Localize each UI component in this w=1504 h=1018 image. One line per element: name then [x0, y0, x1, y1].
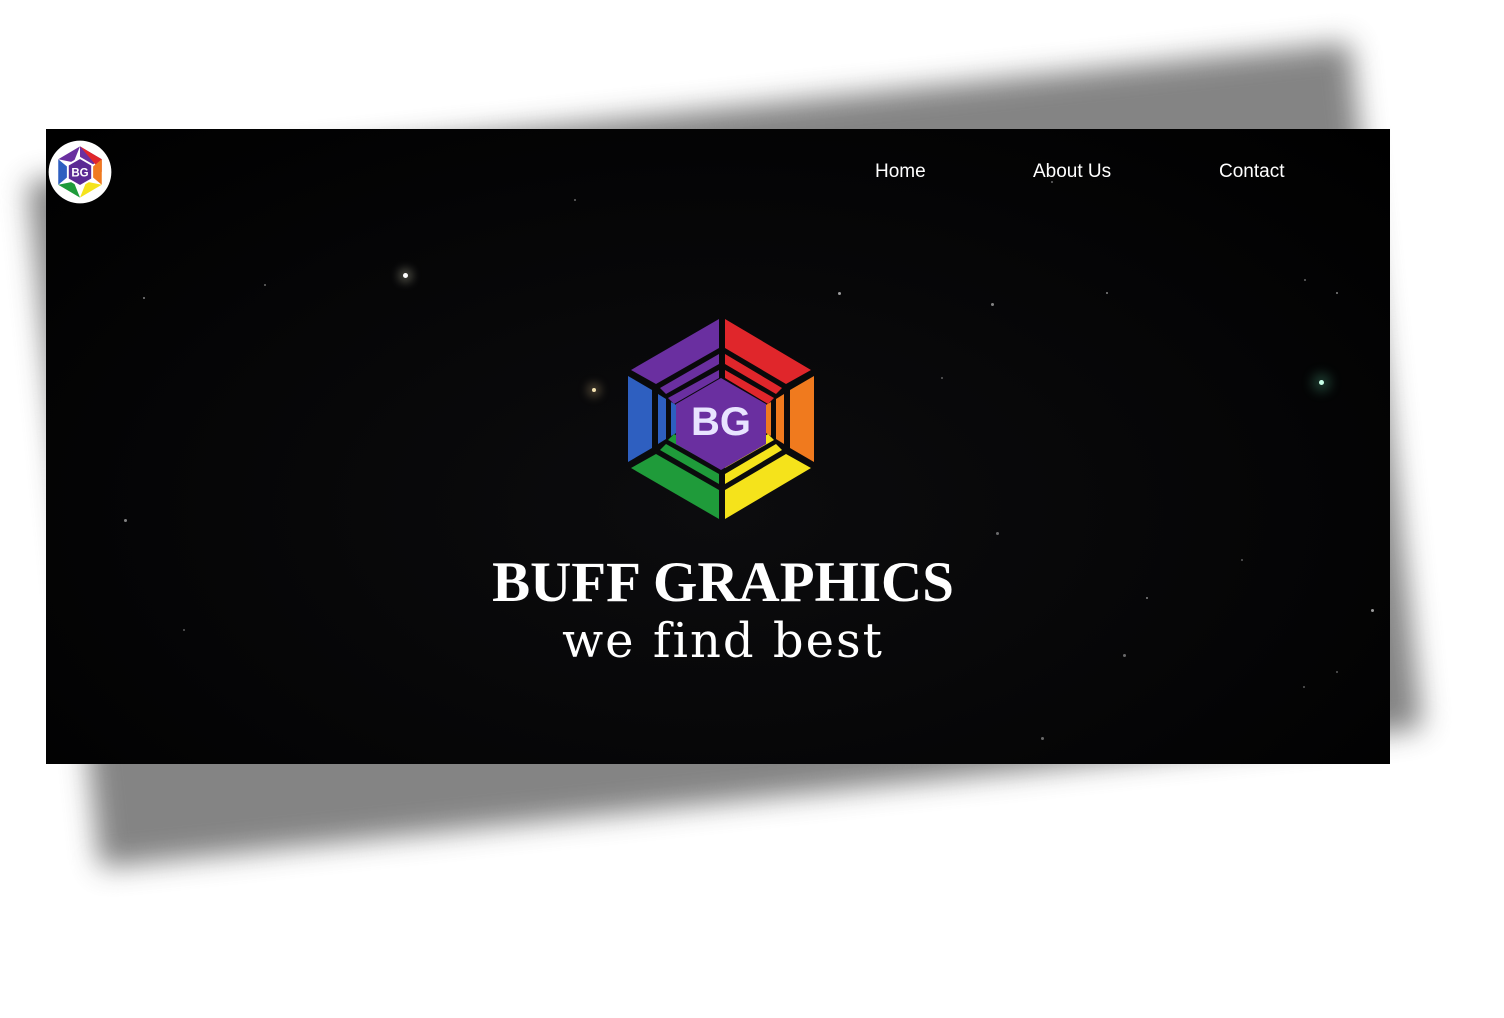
nav-link-about-us[interactable]: About Us — [1033, 161, 1111, 183]
star — [1304, 279, 1306, 281]
star — [1336, 671, 1338, 673]
star — [1303, 686, 1305, 688]
logo-text: BG — [71, 167, 88, 179]
star — [941, 377, 943, 379]
brand-title: BUFF GRAPHICS — [492, 551, 954, 614]
star — [574, 199, 576, 201]
star — [143, 297, 145, 299]
star — [403, 273, 408, 278]
nav-link-contact[interactable]: Contact — [1219, 161, 1284, 183]
bg-hexagon-logo-icon[interactable]: BG — [48, 140, 112, 204]
star — [1336, 292, 1338, 294]
star — [1106, 292, 1108, 294]
hero-section: BG Home About Us Contact BG BUFF GRAPHIC… — [46, 129, 1390, 764]
star — [1319, 380, 1324, 385]
brand-tagline: we find best — [562, 613, 884, 669]
star — [838, 292, 841, 295]
logo-text: BG — [691, 400, 751, 444]
nav-links: Home About Us Contact — [870, 161, 1390, 185]
bg-hexagon-logo-icon: BG — [628, 319, 814, 519]
star — [264, 284, 266, 286]
star — [996, 532, 999, 535]
star — [592, 388, 596, 392]
nav-link-home[interactable]: Home — [875, 161, 926, 183]
star — [124, 519, 127, 522]
star — [991, 303, 994, 306]
star — [1041, 737, 1044, 740]
